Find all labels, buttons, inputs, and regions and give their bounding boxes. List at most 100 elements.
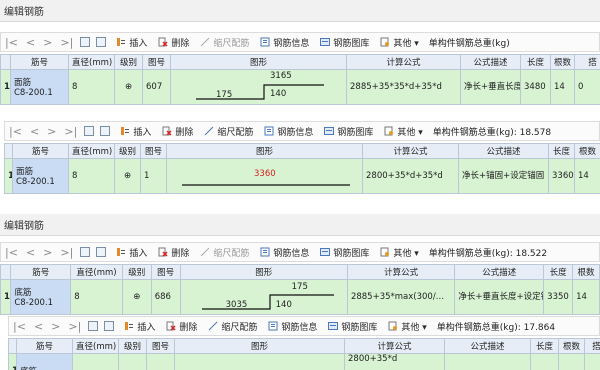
prev-record-button[interactable]: <: [26, 125, 43, 138]
shape-cell[interactable]: 3165 175 140: [170, 69, 347, 105]
col-header[interactable]: 根数: [572, 264, 600, 280]
formula-desc-cell[interactable]: [444, 353, 531, 370]
col-header[interactable]: 图号: [150, 264, 181, 280]
col-header[interactable]: 计算公式: [346, 54, 461, 70]
other-menu-button[interactable]: 其他 ▾: [373, 246, 422, 259]
rebar-name-cell[interactable]: 面筋 C8-200.1: [10, 69, 69, 105]
scale-rebar-button[interactable]: 缩尺配筋: [201, 320, 261, 333]
col-header[interactable]: 级别: [121, 264, 152, 280]
col-header[interactable]: 直径(mm): [68, 143, 115, 159]
col-header[interactable]: 直径(mm): [72, 338, 119, 354]
col-header[interactable]: 图号: [146, 338, 175, 354]
length-cell[interactable]: [530, 353, 559, 370]
rebar-info-button[interactable]: 钢筋信息: [257, 125, 317, 138]
insert-button[interactable]: 插入: [109, 36, 151, 49]
rebar-library-button[interactable]: 钢筋图库: [313, 36, 373, 49]
diameter-cell[interactable]: [72, 353, 119, 370]
grade-cell[interactable]: ⊕: [121, 279, 152, 315]
col-header[interactable]: 长度: [530, 338, 559, 354]
col-header[interactable]: 长度: [548, 143, 575, 159]
col-header[interactable]: 图形: [174, 338, 345, 354]
last-record-button[interactable]: >|: [60, 125, 81, 138]
length-cell[interactable]: 3360: [548, 158, 575, 194]
col-header[interactable]: 筋号: [12, 143, 69, 159]
col-header[interactable]: 搭: [584, 338, 600, 354]
rebar-info-button[interactable]: 钢筋信息: [253, 246, 313, 259]
col-header[interactable]: 图号: [142, 54, 171, 70]
first-record-button[interactable]: |<: [9, 320, 30, 333]
col-header[interactable]: 筋号: [10, 54, 69, 70]
insert-button[interactable]: 插入: [113, 125, 155, 138]
move-down-icon[interactable]: [96, 247, 107, 257]
insert-button[interactable]: 插入: [109, 246, 151, 259]
col-header[interactable]: 图形: [170, 54, 347, 70]
lap-cell[interactable]: [584, 353, 600, 370]
table-row[interactable]: 1 面筋 C8-200.1 8 ⊕ 607 3165 175 140 2885+3…: [0, 69, 600, 105]
col-header[interactable]: 根数: [558, 338, 585, 354]
move-up-icon[interactable]: [80, 247, 91, 257]
col-header[interactable]: 计算公式: [344, 338, 445, 354]
table-row[interactable]: 1 面筋C8-200.1 8 ⊕ 1 3360 2800+35*d+35*d 净…: [4, 158, 600, 194]
formula-desc-cell[interactable]: 净长+垂直长度+设定锚固+锚固: [460, 69, 521, 105]
next-record-button[interactable]: >: [47, 320, 64, 333]
move-down-icon[interactable]: [104, 321, 115, 331]
delete-button[interactable]: 删除: [151, 246, 193, 259]
col-header[interactable]: 长度: [543, 264, 574, 280]
rebar-name-cell[interactable]: 底筋: [16, 353, 73, 370]
length-cell[interactable]: 3480: [520, 69, 551, 105]
rebar-info-button[interactable]: 钢筋信息: [253, 36, 313, 49]
length-cell[interactable]: 3350: [543, 279, 574, 315]
formula-cell[interactable]: 2800+35*d: [344, 353, 445, 370]
table-row[interactable]: 1 底筋 C8-200.1 8 ⊕ 686 175 3035 140 2885+3…: [0, 279, 600, 315]
col-header[interactable]: 公式描述: [444, 338, 531, 354]
formula-cell[interactable]: 2800+35*d+35*d: [362, 158, 459, 194]
other-menu-button[interactable]: 其他 ▾: [381, 320, 430, 333]
col-header[interactable]: 根数: [574, 143, 600, 159]
count-cell[interactable]: 14: [550, 69, 575, 105]
figure-number-cell[interactable]: 607: [142, 69, 171, 105]
col-header[interactable]: 搭: [574, 54, 600, 70]
formula-desc-cell[interactable]: 净长+垂直长度+设定锚固+锚固: [454, 279, 545, 315]
col-header[interactable]: 直径(mm): [70, 264, 123, 280]
count-cell[interactable]: 14: [572, 279, 600, 315]
last-record-button[interactable]: >|: [56, 246, 77, 259]
move-up-icon[interactable]: [88, 321, 99, 331]
grade-cell[interactable]: ⊕: [114, 69, 143, 105]
col-header[interactable]: 筋号: [16, 338, 73, 354]
shape-cell[interactable]: 3360: [166, 158, 363, 194]
diameter-cell[interactable]: 8: [68, 158, 115, 194]
count-cell[interactable]: 14: [574, 158, 600, 194]
formula-cell[interactable]: 2885+35*max(300/…: [346, 279, 456, 315]
figure-number-cell[interactable]: [146, 353, 175, 370]
shape-cell[interactable]: [174, 353, 345, 370]
move-up-icon[interactable]: [84, 126, 95, 136]
last-record-button[interactable]: >|: [56, 36, 77, 49]
last-record-button[interactable]: >|: [64, 320, 85, 333]
formula-cell[interactable]: 2885+35*35*d+35*d: [346, 69, 461, 105]
move-down-icon[interactable]: [96, 37, 107, 47]
first-record-button[interactable]: |<: [1, 36, 22, 49]
col-header[interactable]: 公式描述: [458, 143, 549, 159]
rebar-library-button[interactable]: 钢筋图库: [321, 320, 381, 333]
col-header[interactable]: 公式描述: [454, 264, 545, 280]
col-header[interactable]: 级别: [118, 338, 147, 354]
scale-rebar-button[interactable]: 缩尺配筋: [197, 125, 257, 138]
move-down-icon[interactable]: [100, 126, 111, 136]
move-up-icon[interactable]: [80, 37, 91, 47]
figure-number-cell[interactable]: 686: [150, 279, 181, 315]
other-menu-button[interactable]: 其他 ▾: [373, 36, 422, 49]
insert-button[interactable]: 插入: [117, 320, 159, 333]
col-header[interactable]: 计算公式: [362, 143, 459, 159]
col-header[interactable]: 长度: [520, 54, 551, 70]
next-record-button[interactable]: >: [43, 125, 60, 138]
delete-button[interactable]: 删除: [159, 320, 201, 333]
shape-cell[interactable]: 175 3035 140: [179, 279, 348, 315]
rebar-info-button[interactable]: 钢筋信息: [261, 320, 321, 333]
diameter-cell[interactable]: 8: [68, 69, 115, 105]
rebar-library-button[interactable]: 钢筋图库: [313, 246, 373, 259]
scale-rebar-button[interactable]: 缩尺配筋: [193, 246, 253, 259]
prev-record-button[interactable]: <: [22, 246, 39, 259]
rebar-name-cell[interactable]: 面筋 C8-200.1: [12, 158, 69, 194]
first-record-button[interactable]: |<: [5, 125, 26, 138]
count-cell[interactable]: [558, 353, 585, 370]
